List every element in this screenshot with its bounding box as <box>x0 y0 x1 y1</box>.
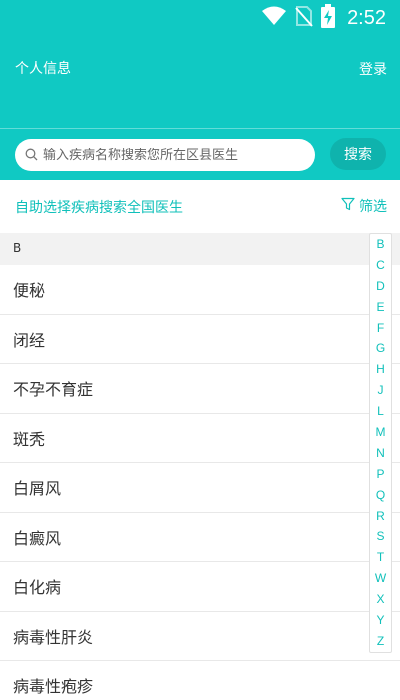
search-icon <box>25 146 38 165</box>
self-select-disease-link[interactable]: 自助选择疾病搜索全国医生 <box>15 197 183 217</box>
index-letter-y[interactable]: Y <box>376 613 384 627</box>
index-letter-t[interactable]: T <box>377 550 384 564</box>
status-time: 2:52 <box>347 6 386 29</box>
search-bar: 搜索 <box>0 128 400 180</box>
search-input[interactable] <box>43 147 303 163</box>
list-item[interactable]: 白屑风 <box>0 463 400 513</box>
wifi-icon <box>261 6 287 30</box>
index-letter-w[interactable]: W <box>375 571 386 585</box>
filter-label: 筛选 <box>359 199 387 215</box>
personal-info-link[interactable]: 个人信息 <box>15 58 71 78</box>
index-letter-r[interactable]: R <box>376 509 385 523</box>
index-letter-n[interactable]: N <box>376 446 385 460</box>
index-letter-j[interactable]: J <box>378 383 384 397</box>
filter-icon <box>341 197 355 215</box>
list-item[interactable]: 不孕不育症 <box>0 364 400 414</box>
section-header: B <box>0 233 400 265</box>
list-item[interactable]: 病毒性肝炎 <box>0 612 400 661</box>
index-letter-z[interactable]: Z <box>377 634 384 648</box>
index-letter-h[interactable]: H <box>376 362 385 376</box>
list-item[interactable]: 白癜风 <box>0 513 400 562</box>
index-letter-s[interactable]: S <box>376 529 384 543</box>
login-link[interactable]: 登录 <box>359 59 387 79</box>
index-letter-l[interactable]: L <box>377 404 384 418</box>
search-button[interactable]: 搜索 <box>330 138 386 170</box>
battery-charging-icon <box>321 4 336 32</box>
index-letter-f[interactable]: F <box>377 321 384 335</box>
status-icons: 2:52 <box>261 4 386 32</box>
index-letter-g[interactable]: G <box>376 341 385 355</box>
no-sim-icon <box>295 5 313 31</box>
section-letter: B <box>13 241 22 255</box>
index-letter-m[interactable]: M <box>376 425 386 439</box>
index-letter-p[interactable]: P <box>376 467 384 481</box>
index-letter-b[interactable]: B <box>376 237 384 251</box>
header: 个人信息 登录 <box>0 36 400 128</box>
alphabet-index-bar[interactable]: B C D E F G H J L M N P Q R S T W X Y Z <box>369 233 392 653</box>
disease-list: 便秘 闭经 不孕不育症 斑秃 白屑风 白癜风 白化病 病毒性肝炎 病毒性疱疹 <box>0 265 400 700</box>
index-letter-c[interactable]: C <box>376 258 385 272</box>
list-item[interactable]: 白化病 <box>0 562 400 612</box>
list-item[interactable]: 便秘 <box>0 265 400 315</box>
filter-button[interactable]: 筛选 <box>341 196 387 216</box>
status-bar: 2:52 <box>0 0 400 36</box>
index-letter-e[interactable]: E <box>376 300 384 314</box>
search-box[interactable] <box>15 139 315 171</box>
list-item[interactable]: 斑秃 <box>0 414 400 463</box>
index-letter-x[interactable]: X <box>376 592 384 606</box>
filter-bar: 自助选择疾病搜索全国医生 筛选 <box>0 180 400 233</box>
index-letter-q[interactable]: Q <box>376 488 385 502</box>
list-item[interactable]: 闭经 <box>0 315 400 364</box>
index-letter-d[interactable]: D <box>376 279 385 293</box>
bottom-overlay <box>270 662 400 700</box>
